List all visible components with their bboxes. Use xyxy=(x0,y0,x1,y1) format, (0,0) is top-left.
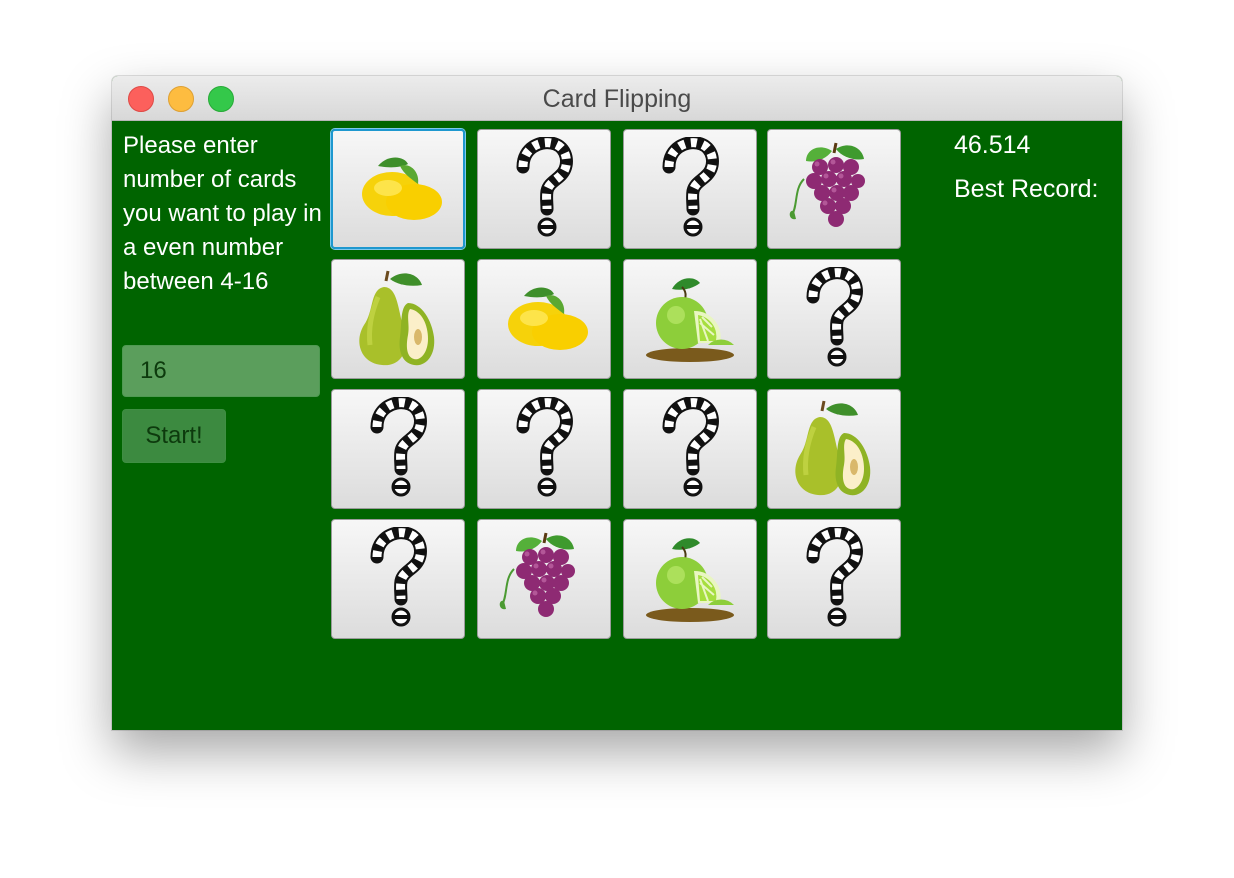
card-13[interactable] xyxy=(331,519,465,639)
card-5[interactable] xyxy=(331,259,465,379)
card-7[interactable] xyxy=(623,259,757,379)
card-9[interactable] xyxy=(331,389,465,509)
start-button[interactable]: Start! xyxy=(122,409,226,463)
card-grid xyxy=(331,129,905,643)
card-4[interactable] xyxy=(767,129,901,249)
timer-value: 46.514 xyxy=(954,131,1031,159)
app-window: Card Flipping Please enter number of car… xyxy=(112,76,1122,730)
game-panel: Please enter number of cards you want to… xyxy=(112,121,1122,730)
card-12[interactable] xyxy=(767,389,901,509)
card-6[interactable] xyxy=(477,259,611,379)
card-10[interactable] xyxy=(477,389,611,509)
card-15[interactable] xyxy=(623,519,757,639)
card-1[interactable] xyxy=(331,129,465,249)
card-16[interactable] xyxy=(767,519,901,639)
title-bar: Card Flipping xyxy=(112,76,1122,121)
card-count-input[interactable] xyxy=(122,345,320,397)
best-record-label: Best Record: xyxy=(954,175,1099,203)
window-title: Card Flipping xyxy=(542,85,692,113)
card-2[interactable] xyxy=(477,129,611,249)
card-11[interactable] xyxy=(623,389,757,509)
instructions-label: Please enter number of cards you want to… xyxy=(123,132,322,295)
card-14[interactable] xyxy=(477,519,611,639)
card-3[interactable] xyxy=(623,129,757,249)
card-8[interactable] xyxy=(767,259,901,379)
